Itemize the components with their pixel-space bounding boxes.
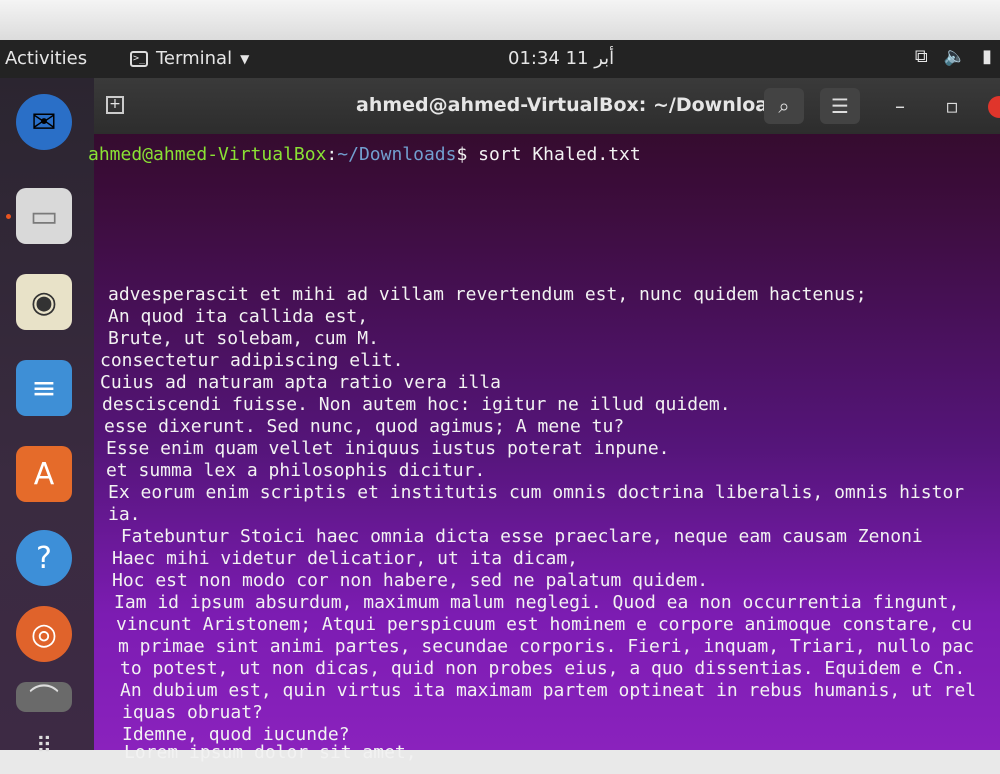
hamburger-menu-icon[interactable]: ☰ bbox=[820, 88, 860, 124]
output-line: Hoc est non modo cor non habere, sed ne … bbox=[112, 570, 709, 591]
close-icon[interactable] bbox=[988, 96, 1000, 118]
minimize-icon[interactable]: – bbox=[880, 88, 920, 124]
output-line: Esse enim quam vellet iniquus iustus pot… bbox=[106, 438, 670, 459]
output-line: to potest, ut non dicas, quid non probes… bbox=[120, 658, 966, 679]
output-line: consectetur adipiscing elit. bbox=[100, 350, 404, 371]
gnome-top-bar: Activities >_ Terminal ▼ 01:34 أبر 11 ⧉ … bbox=[0, 40, 1000, 78]
software-icon[interactable]: A bbox=[16, 446, 72, 502]
writer-icon[interactable]: ≡ bbox=[16, 360, 72, 416]
output-line: Ex eorum enim scriptis et institutis cum… bbox=[108, 482, 965, 503]
output-line: An quod ita callida est, bbox=[108, 306, 369, 327]
output-line: Lorem ipsum dolor sit amet, bbox=[124, 742, 417, 763]
search-icon[interactable]: ⌕ bbox=[764, 88, 804, 124]
output-line: esse dixerunt. Sed nunc, quod agimus; A … bbox=[104, 416, 625, 437]
system-status-area[interactable]: ⧉ 🔈 ▮ bbox=[915, 46, 992, 67]
output-line: Fatebuntur Stoici haec omnia dicta esse … bbox=[110, 526, 923, 547]
prompt-user: ahmed@ahmed-VirtualBox bbox=[88, 144, 327, 165]
terminal-app-icon: >_ bbox=[130, 50, 148, 67]
screen-bezel bbox=[0, 0, 1000, 40]
prompt-command: $ sort Khaled.txt bbox=[456, 144, 641, 165]
output-line: iquas obruat? bbox=[122, 702, 263, 723]
rhythmbox-icon[interactable]: ◉ bbox=[16, 274, 72, 330]
running-indicator bbox=[6, 214, 11, 219]
terminal-window[interactable]: + ahmed@ahmed-VirtualBox: ~/Downloads ⌕ … bbox=[88, 78, 1000, 763]
output-line: vincunt Aristonem; Atqui perspicuum est … bbox=[116, 614, 973, 635]
ubuntu-icon[interactable]: ◎ bbox=[16, 606, 72, 662]
network-icon: ⧉ bbox=[914, 46, 928, 67]
prompt-path: ~/Downloads bbox=[337, 144, 457, 165]
output-line: m primae sint animi partes, secundae cor… bbox=[118, 636, 975, 657]
activities-button[interactable]: Activities bbox=[5, 48, 87, 69]
apps-grid-icon[interactable]: ⠿ bbox=[16, 718, 72, 774]
output-line: Iam id ipsum absurdum, maximum malum neg… bbox=[114, 592, 960, 613]
battery-icon: ▮ bbox=[982, 46, 992, 67]
app-menu[interactable]: >_ Terminal ▼ bbox=[130, 48, 249, 69]
terminal-titlebar[interactable]: + ahmed@ahmed-VirtualBox: ~/Downloads ⌕ … bbox=[94, 78, 1000, 134]
help-icon[interactable]: ? bbox=[16, 530, 72, 586]
output-line: An dubium est, quin virtus ita maximam p… bbox=[120, 680, 977, 701]
clock[interactable]: 01:34 أبر 11 bbox=[508, 48, 614, 69]
new-tab-icon[interactable]: + bbox=[106, 96, 124, 114]
files-icon[interactable]: ▭ bbox=[16, 188, 72, 244]
drive-icon[interactable]: ⌒ bbox=[16, 682, 72, 718]
output-line: ia. bbox=[108, 504, 141, 525]
caret-down-icon: ▼ bbox=[240, 51, 250, 66]
output-line: et summa lex a philosophis dicitur. bbox=[106, 460, 486, 481]
output-line: desciscendi fuisse. Non autem hoc: igitu… bbox=[102, 394, 731, 415]
window-title: ahmed@ahmed-VirtualBox: ~/Downloads bbox=[356, 94, 794, 116]
output-line: Brute, ut solebam, cum M. bbox=[108, 328, 379, 349]
output-line: Cuius ad naturam apta ratio vera illa bbox=[100, 372, 501, 393]
thunderbird-icon[interactable]: ✉ bbox=[16, 94, 72, 150]
output-line: advesperascit et mihi ad villam reverten… bbox=[108, 284, 867, 305]
volume-icon: 🔈 bbox=[943, 46, 967, 67]
command-prompt: ahmed@ahmed-VirtualBox:~/Downloads$ sort… bbox=[88, 144, 641, 165]
terminal-output[interactable]: ahmed@ahmed-VirtualBox:~/Downloads$ sort… bbox=[88, 134, 1000, 763]
dock: ✉ ▭ ◉ ≡ A ? ◎ ⌒ ⠿ bbox=[0, 78, 94, 759]
output-line: Haec mihi videtur delicatior, ut ita dic… bbox=[112, 548, 578, 569]
maximize-icon[interactable]: ▫ bbox=[932, 88, 972, 124]
app-menu-label: Terminal bbox=[156, 48, 233, 69]
